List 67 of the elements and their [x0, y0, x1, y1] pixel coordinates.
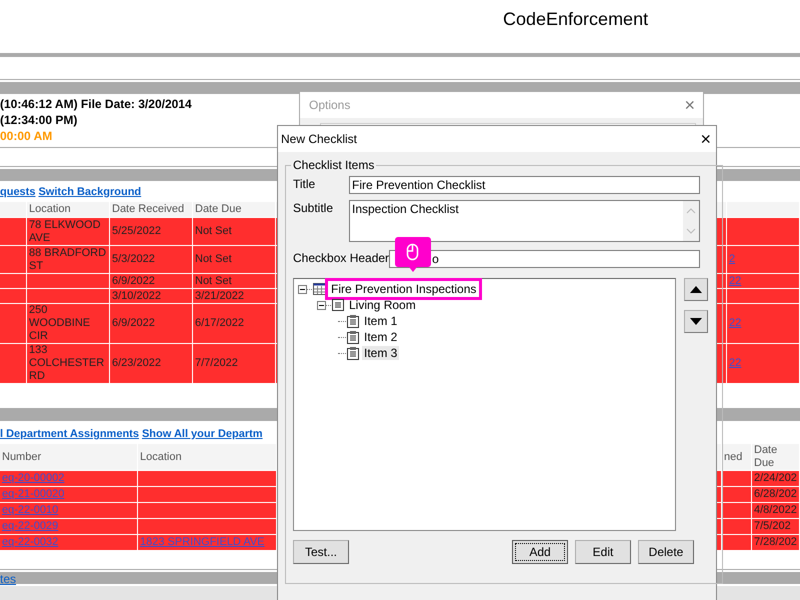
table-cell: 6/17/2022 — [193, 304, 276, 344]
field-label: Checkbox Header — [293, 250, 390, 265]
table-cell: 3/10/2022 — [110, 289, 193, 304]
app-title: CodeEnforcement — [503, 9, 648, 30]
scrollbar[interactable] — [683, 201, 699, 241]
table-cell: 5/3/2022 — [110, 246, 193, 274]
table-cell: 6/28/202 — [752, 487, 800, 503]
field-label: Title — [293, 176, 316, 191]
table-cell: Not Set — [193, 246, 276, 274]
group-title: Checklist Items — [292, 158, 376, 172]
mouse-icon — [395, 237, 431, 272]
table-cell: 250 WOODBINE CIR — [27, 304, 110, 344]
column-header: Date Due — [752, 444, 800, 471]
link[interactable]: Switch Background — [38, 186, 142, 198]
info-text: 00:00 AM — [0, 128, 52, 144]
column-header: ned — [722, 444, 752, 471]
subtitle-field[interactable]: Inspection Checklist — [349, 200, 700, 242]
dialog-button[interactable]: Add — [512, 540, 568, 564]
collapse-icon[interactable] — [298, 284, 307, 294]
column-header: Date Due — [193, 202, 276, 218]
dialog-title: Options — [309, 98, 350, 112]
table-cell: 5/25/2022 — [110, 218, 193, 246]
collapse-icon[interactable] — [317, 300, 326, 310]
tree-item[interactable]: Item 3 — [362, 346, 400, 360]
clipboard-icon — [347, 330, 359, 344]
up-triangle-icon — [690, 286, 702, 293]
link[interactable]: Show All your Departm — [142, 428, 263, 440]
tree-item[interactable]: Living Room — [347, 298, 418, 312]
table-cell: 7/5/202 — [752, 519, 800, 535]
column-header: Location — [27, 202, 110, 218]
dialog-button[interactable]: Test... — [293, 540, 349, 564]
list-icon — [332, 299, 344, 311]
table-cell: 78 ELKWOOD AVE — [27, 218, 110, 246]
table-cell: 6/9/2022 — [110, 274, 193, 289]
clipboard-icon — [347, 314, 359, 328]
table-cell: 2/24/202 — [752, 471, 800, 487]
table-cell: 4/8/2022 — [752, 503, 800, 519]
link[interactable]: quests — [0, 186, 36, 198]
table-cell: 7/28/202 — [752, 535, 800, 551]
dialog-button[interactable]: Delete — [638, 540, 694, 564]
dialog-button[interactable]: Edit — [575, 540, 631, 564]
info-text: (10:46:12 AM) File Date: 3/20/2014 — [0, 96, 192, 112]
clipboard-icon — [347, 346, 359, 360]
column-header: Number — [0, 444, 138, 471]
table-cell: 6/23/2022 — [110, 344, 193, 384]
info-text: (12:34:00 PM) — [0, 112, 78, 128]
table-cell: Not Set — [193, 274, 276, 289]
close-button[interactable]: × — [684, 94, 695, 116]
table-cell: 3/21/2022 — [193, 289, 276, 304]
table-cell: Not Set — [193, 218, 276, 246]
grid-icon — [313, 283, 326, 295]
table-cell: 7/7/2022 — [193, 344, 276, 384]
column-header: Date Received — [110, 202, 193, 218]
tree-item[interactable]: Item 2 — [362, 330, 400, 344]
table-cell: 6/9/2022 — [110, 304, 193, 344]
table-cell: 133 COLCHESTER RD — [27, 344, 110, 384]
field-label: Subtitle — [293, 200, 334, 215]
move-up-button[interactable] — [684, 278, 708, 301]
dialog-title: New Checklist — [281, 132, 358, 146]
text-field[interactable]: Fire Prevention Checklist — [349, 176, 700, 194]
down-triangle-icon — [690, 318, 702, 325]
tree-item[interactable]: Item 1 — [362, 314, 400, 328]
close-button[interactable]: × — [700, 128, 711, 150]
link[interactable]: l Department Assignments — [0, 428, 139, 440]
table-cell: 88 BRADFORD ST — [27, 246, 110, 274]
move-down-button[interactable] — [684, 310, 708, 333]
column-header: Location — [138, 444, 277, 471]
